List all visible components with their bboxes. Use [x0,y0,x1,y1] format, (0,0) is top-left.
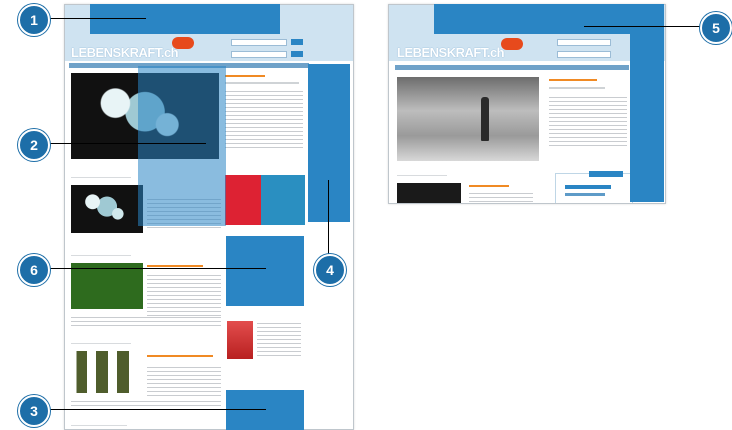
right-page-login-box [557,51,611,58]
left-page-search-button [291,39,303,45]
left-page-teaser-image-2 [71,263,143,309]
right-page-section-heading [397,175,447,176]
left-page-logo-badge [172,37,194,49]
leader-line-2 [46,143,206,144]
left-page-login-box [231,51,287,58]
right-page-teaser-image [397,183,461,203]
left-page-search-box [231,39,287,46]
left-page-logo: LEBENSKRAFT.ch [71,45,179,60]
highlight-5-sidebar [630,4,664,202]
right-page-hero-image [397,77,539,161]
right-page-logo-badge [501,38,523,50]
leader-line-1 [46,18,146,19]
leader-line-6 [46,268,266,269]
right-page-search-box [557,39,611,46]
callout-3: 3 [18,395,50,427]
left-page-teaser-text-3 [147,367,221,397]
callout-4: 4 [314,254,346,286]
highlight-2-main-content [138,66,226,226]
leader-line-4-vertical [328,180,329,254]
left-page-teaser-caption-2 [71,317,221,327]
left-page-bottom-text [71,401,221,413]
right-page-hero-title [549,87,605,89]
right-page-teaser-text [469,193,533,203]
right-page-mockup: LEBENSKRAFT.ch [388,4,666,204]
right-page-hero-kicker [549,79,597,81]
left-page-hero-kicker [225,75,265,77]
highlight-3-ad-slot [226,390,304,430]
callout-1: 1 [18,4,50,36]
right-page-hero-text [549,97,627,147]
left-page-section-heading-4 [71,425,127,426]
left-page-magazine-cover [227,321,253,359]
left-page-section-heading-2 [71,255,131,256]
callout-2: 2 [18,129,50,161]
left-page-teaser-kicker-2 [147,265,203,267]
left-page-section-heading-3 [71,343,131,344]
leader-line-5 [584,26,702,27]
left-page-hero-title [225,82,299,84]
left-page-magazine-text [257,323,301,359]
right-page-logo: LEBENSKRAFT.ch [397,45,505,60]
right-page-teaser-kicker [469,185,509,187]
right-page-hero-figure [481,97,489,141]
right-page-ad-button [589,171,623,177]
left-page-hero-text [225,91,303,151]
highlight-1-header [90,4,280,34]
leader-line-3 [46,409,266,410]
callout-6: 6 [18,254,50,286]
left-page-teaser-kicker-3 [147,355,213,357]
left-page-teaser-image-3 [71,351,137,393]
left-page-teaser-image-1 [71,185,143,233]
left-page-teaser-text-2 [147,275,221,319]
right-page-nav [395,65,629,70]
callout-5: 5 [700,12,732,44]
left-page-section-heading [71,177,131,178]
right-page-ad-logo [565,185,611,189]
left-page-magazine-ad [225,175,305,225]
right-page-ad-logo-sub [565,193,605,196]
highlight-4-sidebar [308,64,350,222]
highlight-6-ad-slot [226,236,304,306]
left-page-login-button [291,51,303,57]
